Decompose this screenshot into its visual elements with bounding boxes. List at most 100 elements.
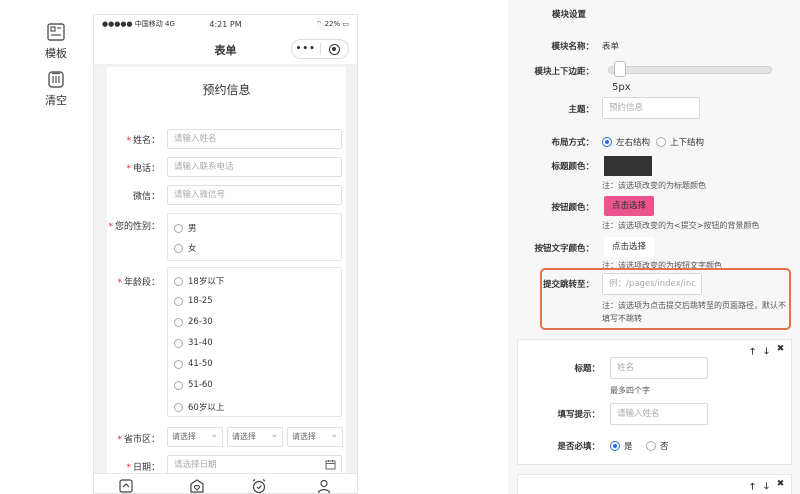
province-select[interactable]: 请选择 [167,426,223,447]
button-color-picker[interactable]: 点击选择 [604,196,655,216]
date-input[interactable]: 请选择日期 [167,455,342,475]
radio-icon [174,223,183,233]
close-icon[interactable]: ✖ [776,479,785,494]
title-color-swatch[interactable] [604,156,652,176]
required-label: 是否必填： [557,442,600,452]
radio-icon [174,402,183,412]
margin-slider-track[interactable] [608,66,772,74]
radio-icon [174,359,183,369]
card-controls: 🡑 🡓 ✖ [748,479,785,494]
status-bar: ●●●●● 中国移动 4G 4:21 PM ⌔ 22% ▭ [94,15,357,33]
theme-label: 主题： [568,105,594,115]
radio-icon [174,296,183,306]
age-option[interactable]: 18岁以下 [174,275,224,287]
button-text-color-picker[interactable]: 点击选择 [604,237,655,257]
radio-icon [174,243,183,253]
move-up-icon[interactable]: 🡑 [748,344,757,360]
city-select[interactable]: 请选择 [227,426,283,447]
margin-value: 5px [612,82,631,93]
button-text-color-label: 按钮文字颜色： [534,244,594,254]
title-color-label: 标题颜色： [551,162,594,172]
tab-heart-icon[interactable] [189,478,205,493]
module-name-value: 表单 [602,42,620,52]
theme-input[interactable]: 预约信息 [602,97,700,119]
close-mini-program-button[interactable] [320,43,348,55]
gender-option-female[interactable]: 女 [174,242,197,254]
panel-header: 模块设置 [552,10,587,20]
field-config-card: 🡑 🡓 ✖ 标题： 姓名 最多四个字 填写提示： 请输入姓名 是否必填： 是 否 [517,339,792,465]
clear-tool[interactable]: 清空 [36,69,76,108]
radio-icon [174,276,183,286]
button-color-label: 按钮颜色： [551,203,594,213]
form-card: 预约信息 * 姓名： 请输入姓名 * 电话： 请输入联系电话 微信： 请输入微信号 … [107,67,346,487]
layout-option-left-right[interactable]: 左右结构 [602,136,650,148]
move-down-icon[interactable]: 🡓 [762,479,771,494]
hint-input[interactable]: 请输入姓名 [610,403,708,425]
close-icon[interactable]: ✖ [776,344,785,360]
redirect-highlight-frame [540,268,791,330]
title-color-note: 注：该选项改变的为标题颜色 [602,181,706,190]
gender-option-male[interactable]: 男 [174,222,197,234]
age-option[interactable]: 60岁以上 [174,401,224,413]
required-option-no[interactable]: 否 [646,440,669,452]
field-label: 微信： [132,192,160,202]
tab-alarm-icon[interactable] [251,478,267,493]
radio-checked-icon [602,137,612,147]
clear-label: 清空 [45,94,67,107]
layout-option-top-bottom[interactable]: 上下结构 [656,136,704,148]
template-icon [46,22,66,42]
form-title: 预约信息 [202,83,251,97]
template-label: 模板 [45,47,67,60]
field-label: * 年龄段： [117,278,160,288]
button-color-note: 注：该选项改变的为<提交>按钮的背景颜色 [602,221,760,230]
move-down-icon[interactable]: 🡓 [762,344,771,360]
age-option[interactable]: 51-60 [174,380,213,390]
field-label: * 省市区： [117,435,160,445]
sub-title-label: 标题： [574,364,600,374]
wechat-input[interactable]: 请输入微信号 [167,185,342,205]
radio-icon [646,441,656,451]
radio-checked-icon [610,441,620,451]
move-up-icon[interactable]: 🡑 [748,479,757,494]
tab-user-icon[interactable] [316,478,332,493]
card-controls: 🡑 🡓 ✖ [748,344,785,360]
date-placeholder: 请选择日期 [174,460,217,470]
field-label: * 电话： [126,164,160,174]
district-select[interactable]: 请选择 [287,426,343,447]
mini-program-capsule: ••• [291,39,349,59]
sub-title-input[interactable]: 姓名 [610,357,708,379]
age-option[interactable]: 31-40 [174,338,213,348]
more-button[interactable]: ••• [292,44,320,54]
margin-slider-handle[interactable] [614,61,626,77]
field-config-card-next: 🡑 🡓 ✖ [517,474,792,494]
radio-icon [174,380,183,390]
margin-label: 模块上下边距： [534,67,594,77]
radio-icon [174,338,183,348]
tab-home-icon[interactable] [118,478,134,493]
radio-icon [174,317,183,327]
age-option[interactable]: 26-30 [174,317,213,327]
status-time: 4:21 PM [209,19,242,29]
template-tool[interactable]: 模板 [36,22,76,61]
trash-icon [46,69,66,89]
required-option-yes[interactable]: 是 [610,440,633,452]
field-label: * 日期： [126,463,160,473]
phone-input[interactable]: 请输入联系电话 [167,157,342,177]
gender-options: 男 女 [167,213,342,261]
field-label: * 姓名： [126,136,160,146]
age-option[interactable]: 18-25 [174,296,213,306]
age-option[interactable]: 41-50 [174,359,213,369]
target-circle-icon [328,43,340,55]
tab-bar [94,473,357,493]
settings-panel: 模块设置 模块名称： 表单 模块上下边距： 5px 主题： 预约信息 布局方式：… [508,0,800,494]
radio-icon [656,137,666,147]
nav-bar: 表单 ••• [94,33,357,65]
field-label: * 您的性别： [108,222,160,232]
name-input[interactable]: 请输入姓名 [167,129,342,149]
module-name-label: 模块名称： [551,42,594,52]
phone-preview: ●●●●● 中国移动 4G 4:21 PM ⌔ 22% ▭ 表单 ••• 预约信… [93,14,358,494]
hint-label: 填写提示： [557,410,600,420]
age-options: 18岁以下 18-25 26-30 31-40 41-50 51-60 60岁以… [167,267,342,417]
layout-label: 布局方式： [551,138,594,148]
sub-title-note: 最多四个字 [610,386,650,395]
